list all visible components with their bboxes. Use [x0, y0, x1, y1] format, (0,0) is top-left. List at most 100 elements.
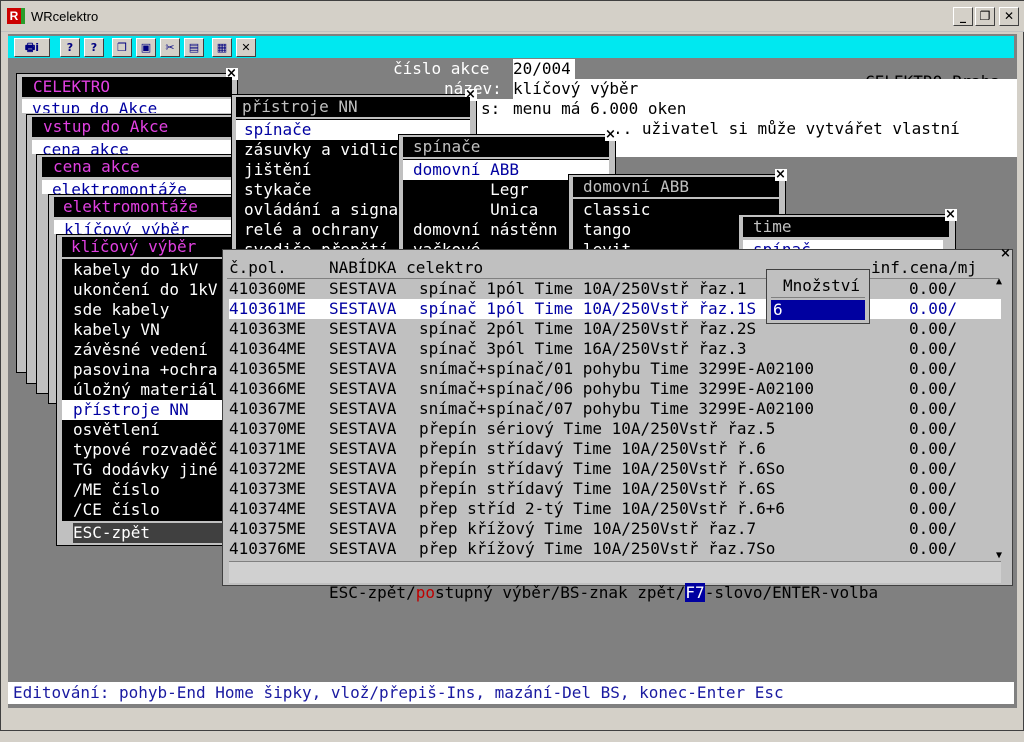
- table-row[interactable]: 410372ME SESTAVA přepín střídavý Time 10A/…: [229, 459, 1001, 479]
- table-row[interactable]: 410360ME SESTAVA spínač 1pól Time 10A/250V…: [229, 279, 1001, 299]
- cell-nazev: přep křížový Time 10A/250Vstř řaz.7: [419, 519, 757, 538]
- help2-icon[interactable]: ?: [84, 38, 104, 57]
- table-row[interactable]: 410376ME SESTAVA přep křížový Time 10A/250…: [229, 539, 1001, 559]
- cell-pol: 410370ME: [229, 419, 307, 438]
- menu-item[interactable]: osvětlení: [73, 420, 160, 440]
- action-number-field[interactable]: 20/004: [513, 59, 575, 79]
- cell-pol: 410375ME: [229, 519, 307, 538]
- menu-item[interactable]: vstup do Akce: [22, 99, 232, 113]
- table-row[interactable]: 410371ME SESTAVA přepín střídavý Time 10A/…: [229, 439, 1001, 459]
- menu-item[interactable]: úložný materiál: [73, 380, 218, 400]
- menu-item[interactable]: stykače: [244, 180, 311, 200]
- cell-typ: SESTAVA: [329, 419, 397, 438]
- cell-cena: 0.00/: [909, 299, 958, 318]
- cell-nazev: přep křížový Time 10A/250Vstř řaz.7So: [419, 539, 776, 558]
- table-row[interactable]: 410363ME SESTAVA spínač 2pól Time 10A/250V…: [229, 319, 1001, 339]
- action-name-field[interactable]: klíčový výběr: [513, 79, 1017, 99]
- menu-item[interactable]: classic: [583, 200, 650, 220]
- cell-pol: 410373ME: [229, 479, 307, 498]
- close-button[interactable]: ✕: [999, 7, 1019, 26]
- menu-item[interactable]: /CE číslo: [73, 500, 160, 520]
- menu-item[interactable]: Unica: [413, 200, 538, 220]
- menu-item[interactable]: cena akce: [32, 140, 232, 154]
- close-icon[interactable]: ✕: [236, 38, 256, 57]
- quantity-input[interactable]: 6: [771, 300, 865, 320]
- menu-item[interactable]: elektromontáže: [42, 180, 232, 194]
- menu-item[interactable]: pasovina +ochra: [73, 360, 218, 380]
- menu-item[interactable]: závěsné vedení: [73, 340, 208, 360]
- cell-typ: SESTAVA: [329, 359, 397, 378]
- menu-item[interactable]: Legr: [413, 180, 529, 200]
- cell-cena: 0.00/: [909, 359, 958, 378]
- menu-title: přístroje NN: [242, 97, 358, 116]
- table-row[interactable]: 410370ME SESTAVA přepín sériový Time 10A/2…: [229, 419, 1001, 439]
- cell-nazev: spínač 1pól Time 10A/250Vstř řaz.1S: [419, 299, 757, 318]
- print-info-icon[interactable]: 🖶i: [14, 38, 50, 57]
- cell-typ: SESTAVA: [329, 299, 397, 318]
- menu-item[interactable]: zásuvky a vidlic: [244, 140, 398, 160]
- save-icon[interactable]: ▣: [136, 38, 156, 57]
- menu-item[interactable]: klíčový výběr: [54, 220, 234, 234]
- table-row[interactable]: 410366ME SESTAVA snímač+spínač/06 pohybu T…: [229, 379, 1001, 399]
- cell-typ: SESTAVA: [329, 279, 397, 298]
- close-icon[interactable]: ×: [945, 208, 957, 221]
- cell-cena: 0.00/: [909, 459, 958, 478]
- cell-nazev: snímač+spínač/07 pohybu Time 3299E-A0210…: [419, 399, 814, 418]
- close-icon[interactable]: ×: [605, 128, 617, 141]
- cell-pol: 410367ME: [229, 399, 307, 418]
- menu-item[interactable]: sde kabely: [73, 300, 169, 320]
- cell-cena: 0.00/: [909, 399, 958, 418]
- table-row[interactable]: 410374ME SESTAVA přep stříd 2-tý Time 10A/…: [229, 499, 1001, 519]
- menu-item[interactable]: ukončení do 1kV: [73, 280, 218, 300]
- menu-title: CELEKTRO: [33, 77, 111, 96]
- footer-po-highlight: po: [415, 583, 435, 602]
- footer-esc: ESC-zpět/: [329, 583, 416, 602]
- column-header-cena: inf.cena/mj: [871, 258, 977, 277]
- cell-cena: 0.00/: [909, 419, 958, 438]
- cell-nazev: snímač+spínač/01 pohybu Time 3299E-A0210…: [419, 359, 814, 378]
- cell-pol: 410366ME: [229, 379, 307, 398]
- table-row-selected[interactable]: 410361ME SESTAVA spínač 1pól Time 10A/250V…: [229, 299, 1001, 319]
- close-icon[interactable]: ×: [775, 168, 787, 181]
- menu-item[interactable]: domovní nástěnn: [413, 220, 558, 240]
- action-number-label: číslo akce: [393, 59, 490, 78]
- cut-icon[interactable]: ✂: [160, 38, 180, 57]
- cell-typ: SESTAVA: [329, 479, 397, 498]
- menu-item[interactable]: kabely VN: [73, 320, 160, 340]
- quantity-label: Množství: [783, 276, 861, 295]
- cell-typ: SESTAVA: [329, 399, 397, 418]
- footer-bar: ESC-zpět/postupný výběr/BS-znak zpět/F7-…: [229, 561, 1001, 602]
- title-bar[interactable]: R WRcelektro _ ❐ ✕: [1, 1, 1024, 32]
- menu-item[interactable]: TG dodávky jiné: [73, 460, 218, 480]
- cell-typ: SESTAVA: [329, 379, 397, 398]
- table-row[interactable]: 410367ME SESTAVA snímač+spínač/07 pohybu T…: [229, 399, 1001, 419]
- help-icon[interactable]: ?: [60, 38, 80, 57]
- menu-item[interactable]: jištění: [244, 160, 311, 180]
- cell-typ: SESTAVA: [329, 519, 397, 538]
- menu-item[interactable]: tango: [583, 220, 631, 240]
- copy-icon[interactable]: ❐: [112, 38, 132, 57]
- cell-pol: 410374ME: [229, 499, 307, 518]
- menu-item[interactable]: relé a ochrany: [244, 220, 379, 240]
- table-row[interactable]: 410364ME SESTAVA spínač 3pól Time 16A/250V…: [229, 339, 1001, 359]
- calculator-icon[interactable]: ▦: [212, 38, 232, 57]
- close-icon[interactable]: ×: [1000, 247, 1012, 260]
- cell-typ: SESTAVA: [329, 439, 397, 458]
- scrollbar[interactable]: ▲ ▼: [996, 276, 1006, 561]
- column-header-nabidka: NABÍDKA celektro: [329, 258, 484, 277]
- paste-icon[interactable]: ▤: [184, 38, 204, 57]
- menu-title: time: [753, 217, 792, 236]
- table-row[interactable]: 410365ME SESTAVA snímač+spínač/01 pohybu T…: [229, 359, 1001, 379]
- table-row[interactable]: 410375ME SESTAVA přep křížový Time 10A/250…: [229, 519, 1001, 539]
- menu-item[interactable]: ovládání a signa: [244, 200, 398, 220]
- menu-item[interactable]: typové rozvaděč: [73, 440, 218, 460]
- maximize-button[interactable]: ❐: [975, 7, 995, 26]
- cell-nazev: přep stříd 2-tý Time 10A/250Vstř ř.6+6: [419, 499, 786, 518]
- menu-footer[interactable]: ESC-zpět: [73, 523, 233, 543]
- menu-item[interactable]: kabely do 1kV: [73, 260, 198, 280]
- menu-item[interactable]: /ME číslo: [73, 480, 160, 500]
- menu-item-selected[interactable]: přístroje NN: [62, 400, 234, 420]
- cell-nazev: spínač 2pól Time 10A/250Vstř řaz.2S: [419, 319, 757, 338]
- minimize-button[interactable]: _: [953, 7, 973, 26]
- table-row[interactable]: 410373ME SESTAVA přepín střídavý Time 10A/…: [229, 479, 1001, 499]
